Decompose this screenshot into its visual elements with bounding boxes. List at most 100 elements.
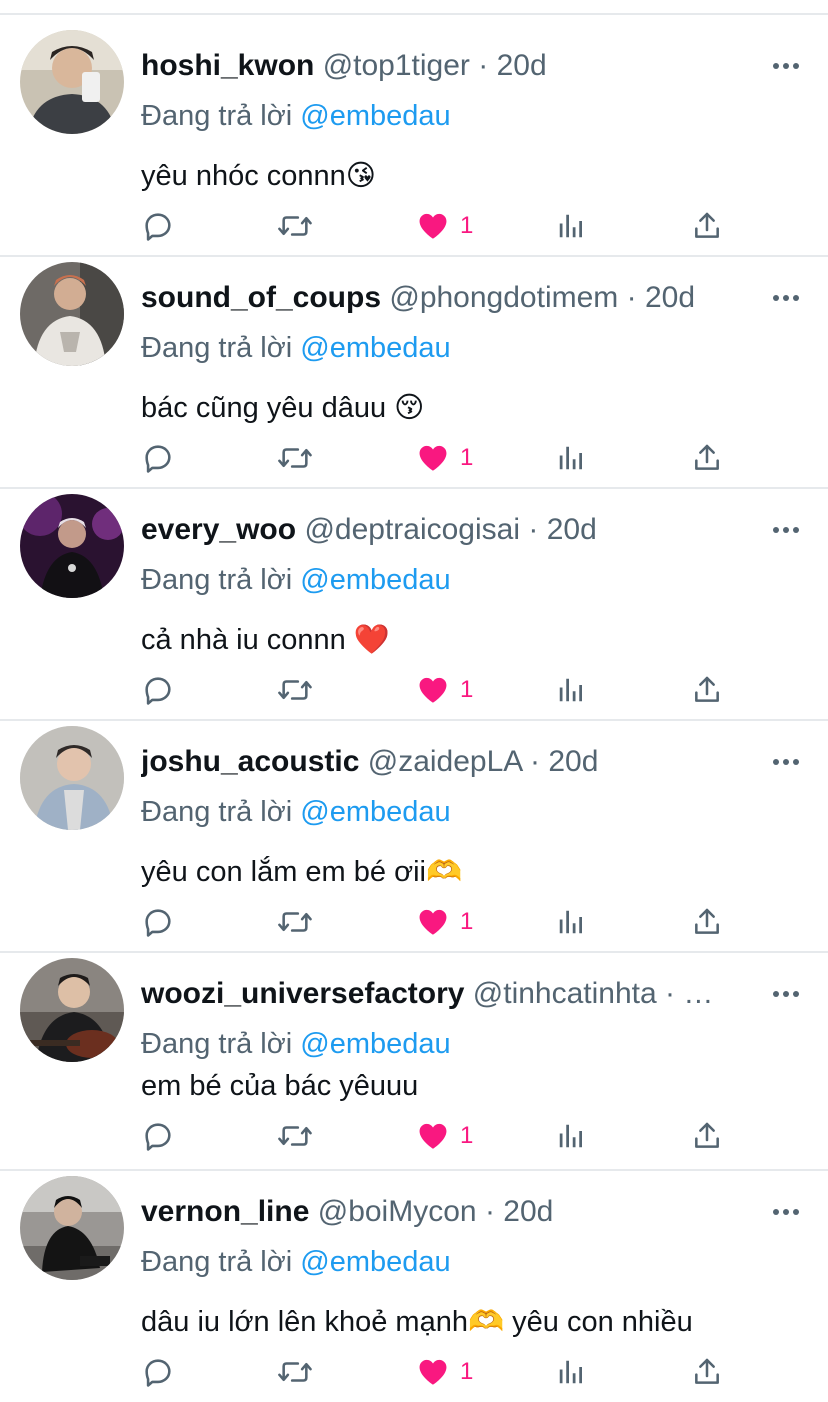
avatar[interactable] xyxy=(20,262,124,366)
reply-tweet[interactable]: every_woo @deptraicogisai · 20d Đang trả … xyxy=(0,480,828,712)
user-handle[interactable]: @deptraicogisai xyxy=(304,513,520,546)
more-icon[interactable] xyxy=(772,752,800,772)
reply-button[interactable] xyxy=(141,902,175,942)
more-icon[interactable] xyxy=(772,56,800,76)
reply-tweet[interactable]: hoshi_kwon @top1tiger · 20d Đang trả lời … xyxy=(0,16,828,248)
like-count: 1 xyxy=(460,444,474,471)
heart-icon xyxy=(416,441,450,475)
reply-tweet[interactable]: joshu_acoustic @zaidepLA · 20d Đang trả l… xyxy=(0,712,828,944)
share-icon xyxy=(691,441,723,475)
user-handle[interactable]: @top1tiger xyxy=(323,49,470,82)
user-handle[interactable]: @phongdotimem xyxy=(389,281,618,314)
display-name[interactable]: every_woo xyxy=(141,513,296,546)
reply-button[interactable] xyxy=(141,1352,175,1392)
analytics-button[interactable] xyxy=(556,670,586,710)
timestamp[interactable]: 20d xyxy=(548,745,598,778)
mention-link[interactable]: @embedau xyxy=(300,100,450,132)
reply-button[interactable] xyxy=(141,438,175,478)
analytics-icon xyxy=(556,209,586,243)
reply-button[interactable] xyxy=(141,206,175,246)
like-count: 1 xyxy=(460,908,474,935)
timestamp[interactable]: 20d xyxy=(645,281,695,314)
retweet-icon xyxy=(276,905,314,939)
timestamp[interactable]: 20d xyxy=(547,513,597,546)
share-button[interactable] xyxy=(691,1352,723,1392)
like-button[interactable]: 1 xyxy=(416,902,473,942)
share-button[interactable] xyxy=(691,670,723,710)
mention-link[interactable]: @embedau xyxy=(300,1246,450,1278)
retweet-button[interactable] xyxy=(276,1116,314,1156)
tweet-header: woozi_universefactory @tinhcatinhta · … xyxy=(141,974,753,1014)
reply-icon xyxy=(141,1119,175,1153)
avatar[interactable] xyxy=(20,726,124,830)
avatar[interactable] xyxy=(20,1176,124,1280)
reply-button[interactable] xyxy=(141,670,175,710)
reply-tweet[interactable]: sound_of_coups @phongdotimem · 20d Đang t… xyxy=(0,248,828,480)
heart-icon xyxy=(416,209,450,243)
analytics-button[interactable] xyxy=(556,902,586,942)
mention-link[interactable]: @embedau xyxy=(300,332,450,364)
divider xyxy=(0,951,828,953)
mention-link[interactable]: @embedau xyxy=(300,796,450,828)
reply-icon xyxy=(141,1355,175,1389)
like-button[interactable]: 1 xyxy=(416,1352,473,1392)
replying-to-label: Đang trả lời xyxy=(141,332,293,364)
heart-icon xyxy=(416,1355,450,1389)
retweet-button[interactable] xyxy=(276,902,314,942)
like-button[interactable]: 1 xyxy=(416,438,473,478)
replying-to: Đang trả lời @embedau xyxy=(141,96,451,136)
like-button[interactable]: 1 xyxy=(416,670,473,710)
display-name[interactable]: joshu_acoustic xyxy=(141,745,359,778)
display-name[interactable]: vernon_line xyxy=(141,1195,309,1228)
analytics-button[interactable] xyxy=(556,1352,586,1392)
analytics-icon xyxy=(556,1119,586,1153)
user-handle[interactable]: @tinhcatinhta xyxy=(473,977,657,1010)
more-icon[interactable] xyxy=(772,288,800,308)
analytics-button[interactable] xyxy=(556,206,586,246)
avatar[interactable] xyxy=(20,30,124,134)
share-button[interactable] xyxy=(691,1116,723,1156)
retweet-button[interactable] xyxy=(276,206,314,246)
display-name[interactable]: hoshi_kwon xyxy=(141,49,314,82)
like-button[interactable]: 1 xyxy=(416,206,473,246)
analytics-icon xyxy=(556,1355,586,1389)
tweet-text: yêu nhóc connn😘 xyxy=(141,160,377,192)
more-icon[interactable] xyxy=(772,984,800,1004)
avatar[interactable] xyxy=(20,958,124,1062)
timestamp[interactable]: 20d xyxy=(497,49,547,82)
divider xyxy=(0,1169,828,1171)
display-name[interactable]: woozi_universefactory xyxy=(141,977,464,1010)
share-icon xyxy=(691,905,723,939)
reply-tweet[interactable]: woozi_universefactory @tinhcatinhta · … Đ… xyxy=(0,944,828,1176)
mention-link[interactable]: @embedau xyxy=(300,564,450,596)
retweet-button[interactable] xyxy=(276,1352,314,1392)
mention-link[interactable]: @embedau xyxy=(300,1028,450,1060)
timestamp[interactable]: … xyxy=(683,977,713,1010)
share-button[interactable] xyxy=(691,902,723,942)
display-name[interactable]: sound_of_coups xyxy=(141,281,381,314)
divider xyxy=(0,13,828,15)
timestamp[interactable]: 20d xyxy=(503,1195,553,1228)
tweet-header: vernon_line @boiMycon · 20d xyxy=(141,1192,753,1232)
user-handle[interactable]: @zaidepLA xyxy=(368,745,522,778)
reply-tweet[interactable]: vernon_line @boiMycon · 20d Đang trả lời … xyxy=(0,1162,828,1394)
share-icon xyxy=(691,673,723,707)
tweet-text: bác cũng yêu dâuu 😚 xyxy=(141,392,425,424)
more-icon[interactable] xyxy=(772,1202,800,1222)
analytics-button[interactable] xyxy=(556,438,586,478)
heart-icon xyxy=(416,905,450,939)
share-button[interactable] xyxy=(691,206,723,246)
tweet-header: sound_of_coups @phongdotimem · 20d xyxy=(141,278,753,318)
retweet-button[interactable] xyxy=(276,670,314,710)
retweet-icon xyxy=(276,1355,314,1389)
like-button[interactable]: 1 xyxy=(416,1116,473,1156)
share-button[interactable] xyxy=(691,438,723,478)
reply-icon xyxy=(141,905,175,939)
analytics-button[interactable] xyxy=(556,1116,586,1156)
reply-button[interactable] xyxy=(141,1116,175,1156)
more-icon[interactable] xyxy=(772,520,800,540)
user-handle[interactable]: @boiMycon xyxy=(318,1195,477,1228)
avatar[interactable] xyxy=(20,494,124,598)
share-icon xyxy=(691,1119,723,1153)
retweet-button[interactable] xyxy=(276,438,314,478)
